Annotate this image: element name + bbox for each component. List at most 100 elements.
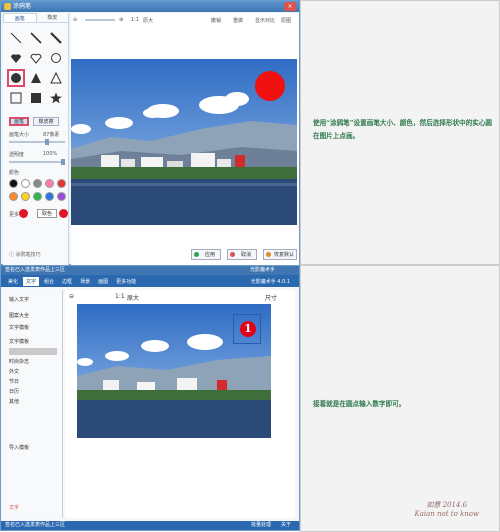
text-bottom-button[interactable]: 文字	[9, 504, 19, 511]
template-item-holiday[interactable]: 节日	[9, 378, 19, 385]
editor-title: 签名已入选发表作品上三区	[5, 267, 66, 273]
cancel-button[interactable]: 取消	[227, 249, 257, 260]
menu-item-5[interactable]: 画图	[95, 277, 111, 286]
editor-statusbar: 签名已入选发表作品上三区 批量处理 关于	[1, 521, 299, 530]
restore-default-button[interactable]: 恢复默认	[263, 249, 297, 260]
template-item-calendar[interactable]: 日历	[9, 388, 19, 395]
editor-menubar: 美化 文字 组合 边框 场景 画图 更多功能 光影魔术手 4.0.1	[1, 275, 299, 287]
signature: 如意 2014.6 Kaian not to know	[414, 501, 479, 519]
color-swatch-orange[interactable]	[9, 192, 18, 201]
menu-item-6[interactable]: 更多功能	[113, 277, 139, 286]
brush-size-label: 画笔大小	[9, 132, 30, 138]
color-swatch-purple[interactable]	[57, 192, 66, 201]
template-item-foreign[interactable]: 外文	[9, 368, 19, 375]
landscape-photo[interactable]	[71, 59, 297, 225]
triangle-filled-icon[interactable]	[27, 69, 45, 87]
cancel-icon	[230, 252, 235, 257]
brush-size-slider-handle[interactable]	[45, 139, 49, 145]
signature-line-1: 如意 2014.6	[426, 501, 468, 509]
template-item-other[interactable]: 其他	[9, 398, 19, 405]
text-panel: 输入文字 图案大全 文字模板 文字模板 时尚杂志 外文 节日 日历 其他 导入模…	[3, 290, 63, 518]
picked-color-swatch[interactable]	[59, 209, 68, 218]
color-swatch-green[interactable]	[33, 192, 42, 201]
statusbar-left-text: 签名已入选发表作品上三区	[5, 522, 66, 528]
circle-outline-icon[interactable]	[47, 49, 65, 67]
editor-original-size[interactable]: 原大	[127, 293, 139, 302]
color-swatch-yellow[interactable]	[21, 192, 30, 201]
selected-template-item[interactable]	[9, 348, 57, 355]
brush-size-value[interactable]: 87像素	[43, 131, 59, 138]
canvas-toolbar: ⊖ ⊕ 1:1 原大 撤销 重做 显示对比 原图	[73, 15, 297, 25]
color-swatch-pink[interactable]	[45, 179, 54, 188]
color-swatch-blue[interactable]	[45, 192, 54, 201]
current-color-swatch[interactable]	[19, 209, 28, 218]
tab-brush[interactable]: 画笔	[3, 13, 37, 22]
restore-default-label: 恢复默认	[273, 252, 294, 258]
color-swatch-gray[interactable]	[33, 179, 42, 188]
editor-zoom-out-icon[interactable]: ⊖	[69, 293, 74, 300]
compare-button[interactable]: 显示对比	[255, 17, 275, 24]
edited-photo[interactable]: 1	[77, 304, 271, 438]
doodle-dialog-titlebar: 涂鸦笔 ×	[1, 1, 299, 12]
menu-item-3[interactable]: 边框	[59, 277, 75, 286]
line-thin-icon[interactable]	[7, 29, 25, 47]
line-thick-icon[interactable]	[47, 29, 65, 47]
text-template-button[interactable]: 文字模板	[9, 324, 29, 331]
brush-button[interactable]: 画笔	[9, 117, 29, 126]
number-selection-box[interactable]: 1	[233, 314, 261, 344]
editor-size-button[interactable]: 尺寸	[265, 293, 277, 302]
menu-item-0[interactable]: 美化	[5, 277, 21, 286]
star-filled-icon[interactable]	[47, 89, 65, 107]
undo-button[interactable]: 撤销	[211, 17, 221, 24]
square-outline-icon[interactable]	[7, 89, 25, 107]
signature-line-2: Kaian not to know	[414, 510, 479, 518]
about-link[interactable]: 关于	[281, 521, 291, 530]
square-filled-icon[interactable]	[27, 89, 45, 107]
line-medium-icon[interactable]	[27, 29, 45, 47]
more-colors-label: 更多	[9, 212, 20, 218]
menu-item-2[interactable]: 组合	[41, 277, 57, 286]
reset-button[interactable]: 原图	[281, 17, 291, 24]
zoom-in-icon[interactable]: ⊕	[119, 17, 123, 23]
original-size-button[interactable]: 原大	[143, 17, 153, 24]
template-item-fashion[interactable]: 时尚杂志	[9, 358, 29, 365]
eraser-button[interactable]: 橡皮擦	[33, 117, 59, 126]
editor-zoom-value: 1:1	[115, 293, 125, 300]
opacity-value[interactable]: 100%	[43, 151, 57, 157]
color-swatch-black[interactable]	[9, 179, 18, 188]
apply-label: 应用	[204, 252, 215, 258]
instruction-text-1: 使用“涂鸦笔”设置画笔大小、颜色，然后选择形状中的实心圆在图片上点画。	[313, 119, 493, 140]
number-badge[interactable]: 1	[240, 321, 256, 337]
brush-size-slider[interactable]	[9, 139, 65, 145]
heart-filled-icon[interactable]	[7, 49, 25, 67]
heart-outline-icon[interactable]	[27, 49, 45, 67]
menu-item-4[interactable]: 场景	[77, 277, 93, 286]
redo-button[interactable]: 重做	[233, 17, 243, 24]
close-icon[interactable]: ×	[284, 2, 296, 11]
triangle-outline-icon[interactable]	[47, 69, 65, 87]
filled-circle-icon[interactable]	[7, 69, 25, 87]
zoom-value: 1:1	[131, 17, 140, 23]
input-text-button[interactable]: 输入文字	[9, 296, 29, 303]
doodle-dialog: 涂鸦笔 × 画笔 橡皮 画笔 橡皮擦 画笔大小 87像素 透明度 100% 颜色…	[0, 0, 300, 265]
color-picker-label: 取色	[41, 211, 52, 217]
canvas-area: ⊖ ⊕ 1:1 原大 撤销 重做 显示对比 原图 应用 取消 恢复默认	[71, 13, 299, 265]
zoom-out-icon[interactable]: ⊖	[73, 17, 77, 23]
color-swatch-red[interactable]	[57, 179, 66, 188]
batch-process-link[interactable]: 批量处理	[251, 521, 271, 530]
opacity-label: 透明度	[9, 152, 25, 158]
menu-item-1[interactable]: 文字	[23, 276, 40, 286]
opacity-slider[interactable]	[9, 159, 65, 165]
zoom-slider[interactable]	[85, 19, 115, 21]
color-swatch-white[interactable]	[21, 179, 30, 188]
help-link[interactable]: ⓘ 涂鸦笔技巧	[9, 251, 41, 258]
color-picker-button[interactable]: 取色	[37, 209, 57, 218]
apply-button[interactable]: 应用	[191, 249, 221, 260]
opacity-slider-handle[interactable]	[61, 159, 65, 165]
editor-titlebar: 签名已入选发表作品上三区 光影魔术手	[1, 266, 299, 275]
import-template-button[interactable]: 导入模板	[9, 444, 29, 451]
tab-eraser[interactable]: 橡皮	[37, 13, 69, 22]
pattern-button[interactable]: 图案大全	[9, 312, 29, 319]
check-icon	[194, 252, 199, 257]
template-group-label: 文字模板	[9, 339, 30, 345]
